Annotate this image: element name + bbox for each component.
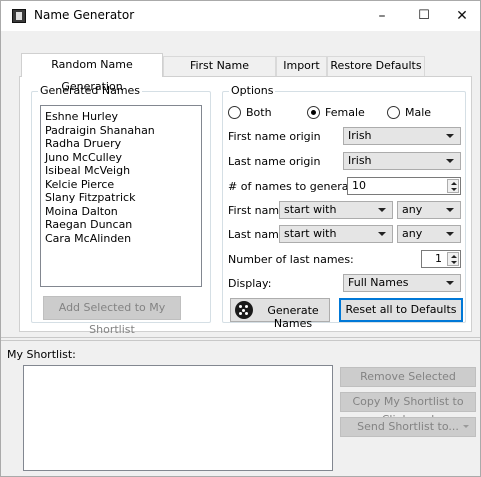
first-name-mode-value: start with (284, 203, 337, 216)
options-group: Options Both Female Male First name orig… (222, 84, 466, 330)
list-item[interactable]: Kelcie Pierce (41, 178, 201, 192)
chevron-down-icon (446, 159, 454, 163)
name-count-stepper[interactable]: 10 (347, 177, 461, 195)
spin-arrows-icon[interactable] (447, 179, 459, 193)
shortlist-label: My Shortlist: (7, 348, 76, 361)
chevron-down-icon (446, 281, 454, 285)
list-item[interactable]: Padraigin Shanahan (41, 124, 201, 138)
gender-male-label: Male (405, 106, 432, 119)
splitter-line[interactable] (1, 337, 480, 338)
chevron-down-icon (378, 208, 386, 212)
chevron-down-icon (446, 208, 454, 212)
last-name-mode-select[interactable]: start with (279, 225, 393, 243)
first-name-letter-value: any (402, 203, 423, 216)
chevron-down-icon (378, 232, 386, 236)
list-item[interactable]: Raegan Duncan (41, 218, 201, 232)
last-origin-value: Irish (348, 154, 372, 167)
generate-names-button[interactable]: Generate Names (230, 298, 330, 330)
gender-both-radio[interactable] (228, 106, 241, 119)
first-name-mode-select[interactable]: start with (279, 201, 393, 219)
add-to-shortlist-button[interactable]: Add Selected to My Shortlist (43, 296, 181, 336)
tab-import[interactable]: Import (276, 56, 327, 76)
tab-panel: Generated Names Eshne Hurley Padraigin S… (19, 76, 472, 336)
list-item[interactable]: Moina Dalton (41, 205, 201, 219)
display-label: Display: (228, 277, 272, 290)
first-origin-value: Irish (348, 129, 372, 142)
first-origin-select[interactable]: Irish (343, 127, 461, 145)
app-icon (12, 9, 26, 23)
gender-female-radio[interactable] (307, 106, 320, 119)
last-origin-select[interactable]: Irish (343, 152, 461, 170)
list-item[interactable]: Isibeal McVeigh (41, 164, 201, 178)
window-title: Name Generator (34, 8, 135, 22)
list-item[interactable]: Slany Fitzpatrick (41, 191, 201, 205)
first-origin-label: First name origin (228, 130, 321, 143)
spin-arrows-icon[interactable] (447, 252, 459, 266)
tab-first-name-meanings[interactable]: First Name Meanings (163, 56, 276, 90)
generated-names-list[interactable]: Eshne Hurley Padraigin Shanahan Radha Dr… (40, 105, 202, 287)
num-last-names-value: 1 (435, 252, 442, 265)
tab-random-name-generation[interactable]: Random Name Generation (21, 53, 163, 93)
chevron-down-icon (446, 232, 454, 236)
options-legend: Options (229, 84, 276, 97)
name-count-label: # of names to generate: (228, 180, 364, 193)
gender-male-radio[interactable] (387, 106, 400, 119)
copy-shortlist-button[interactable]: Copy My Shortlist to Clipboard (340, 392, 476, 426)
send-shortlist-label: Send Shortlist to... (357, 420, 459, 433)
name-generator-window: Name Generator – ☐ ✕ Random Name Generat… (0, 0, 481, 477)
last-name-mode-value: start with (284, 227, 337, 240)
close-button[interactable]: ✕ (442, 1, 480, 31)
generated-names-group: Generated Names Eshne Hurley Padraigin S… (31, 84, 211, 336)
num-last-names-label: Number of last names: (228, 253, 354, 266)
splitter-line (1, 340, 480, 341)
minimize-button[interactable]: – (362, 1, 402, 31)
gender-female-label: Female (325, 106, 365, 119)
generate-names-label: Generate Names (267, 304, 319, 330)
title-bar: Name Generator – ☐ ✕ (1, 1, 480, 31)
last-name-letter-select[interactable]: any (397, 225, 461, 243)
list-item[interactable]: Eshne Hurley (41, 110, 201, 124)
list-item[interactable]: Radha Druery (41, 137, 201, 151)
shortlist-list[interactable] (23, 365, 333, 471)
dice-icon (235, 301, 253, 319)
name-count-value: 10 (352, 179, 366, 192)
chevron-down-icon (446, 134, 454, 138)
gender-both-label: Both (246, 106, 272, 119)
display-value: Full Names (348, 276, 409, 289)
reset-defaults-button[interactable]: Reset all to Defaults (339, 298, 463, 322)
send-shortlist-button[interactable]: Send Shortlist to... (340, 417, 476, 437)
last-name-letter-value: any (402, 227, 423, 240)
remove-selected-button[interactable]: Remove Selected (340, 367, 476, 387)
first-name-letter-select[interactable]: any (397, 201, 461, 219)
display-select[interactable]: Full Names (343, 274, 461, 292)
chevron-down-icon (463, 425, 469, 428)
maximize-button[interactable]: ☐ (404, 1, 444, 31)
last-origin-label: Last name origin (228, 155, 321, 168)
list-item[interactable]: Cara McAlinden (41, 232, 201, 246)
num-last-names-stepper[interactable]: 1 (421, 250, 461, 268)
list-item[interactable]: Juno McCulley (41, 151, 201, 165)
tab-restore-defaults[interactable]: Restore Defaults (327, 56, 425, 76)
